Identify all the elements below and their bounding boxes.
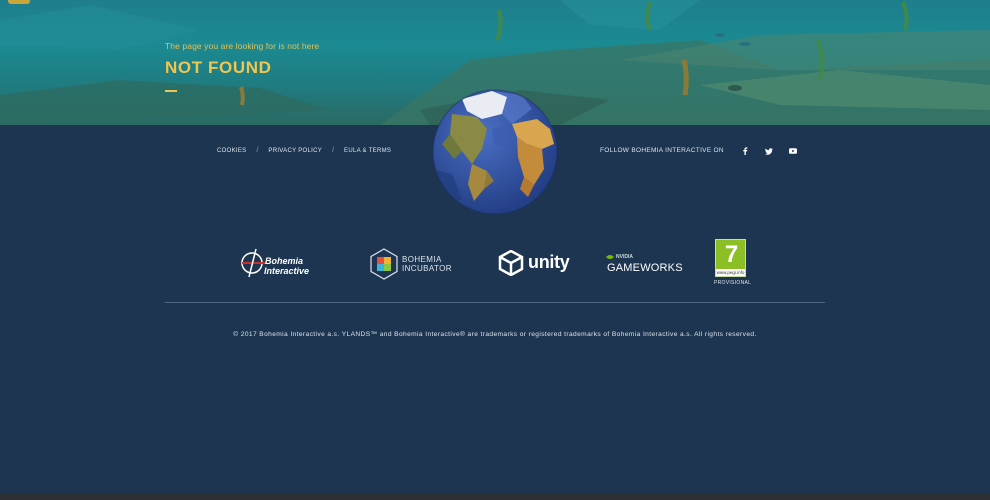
- gameworks-wordmark: GAMEWORKS: [607, 262, 683, 274]
- pegi-box: 7 www.pegi.info: [715, 239, 746, 277]
- unity-logo[interactable]: unity: [498, 249, 578, 278]
- corner-badge[interactable]: [8, 0, 30, 4]
- bottom-bar: [0, 494, 990, 500]
- title-underline: [165, 90, 177, 92]
- globe-illustration: [432, 89, 558, 215]
- eula-terms-link[interactable]: EULA & TERMS: [344, 148, 391, 154]
- nvidia-eye-icon: [606, 255, 614, 259]
- nvidia-gameworks-logo[interactable]: NVIDIA GAMEWORKS: [606, 254, 683, 276]
- bohemia-interactive-line1: Bohemia: [265, 256, 304, 266]
- facebook-icon[interactable]: [740, 146, 750, 156]
- footer-links: COOKIES / PRIVACY POLICY / EULA & TERMS: [217, 147, 391, 154]
- nvidia-brand-text: NVIDIA: [616, 254, 633, 260]
- bohemia-interactive-line2: Interactive: [264, 266, 310, 276]
- link-separator: /: [256, 147, 259, 154]
- cookies-link[interactable]: COOKIES: [217, 148, 246, 154]
- bohemia-incubator-line2: INCUBATOR: [402, 264, 452, 273]
- pegi-url: www.pegi.info: [716, 269, 745, 276]
- incubator-hexagon-icon: [370, 248, 398, 280]
- bohemia-interactive-logo[interactable]: Bohemia Interactive: [240, 247, 326, 279]
- twitter-icon[interactable]: [764, 146, 774, 156]
- footer-divider: [165, 302, 825, 303]
- hero-subtitle: The page you are looking for is not here: [165, 41, 320, 51]
- follow-label: FOLLOW BOHEMIA INTERACTIVE ON: [600, 147, 724, 154]
- pegi-provisional-label: PROVISIONAL: [714, 280, 752, 286]
- unity-cube-icon: [498, 249, 524, 277]
- pegi-rating-number: 7: [724, 241, 739, 268]
- unity-wordmark: unity: [528, 252, 570, 272]
- page-title: NOT FOUND: [165, 58, 272, 77]
- bohemia-incubator-logo[interactable]: BOHEMIA INCUBATOR: [369, 248, 459, 280]
- bohemia-incubator-line1: BOHEMIA: [402, 255, 442, 264]
- pegi-rating-badge[interactable]: 7 www.pegi.info PROVISIONAL: [714, 238, 752, 288]
- link-separator: /: [332, 147, 335, 154]
- copyright-text: © 2017 Bohemia Interactive a.s. YLANDS™ …: [233, 331, 757, 338]
- youtube-icon[interactable]: [788, 146, 798, 156]
- privacy-policy-link[interactable]: PRIVACY POLICY: [268, 148, 322, 154]
